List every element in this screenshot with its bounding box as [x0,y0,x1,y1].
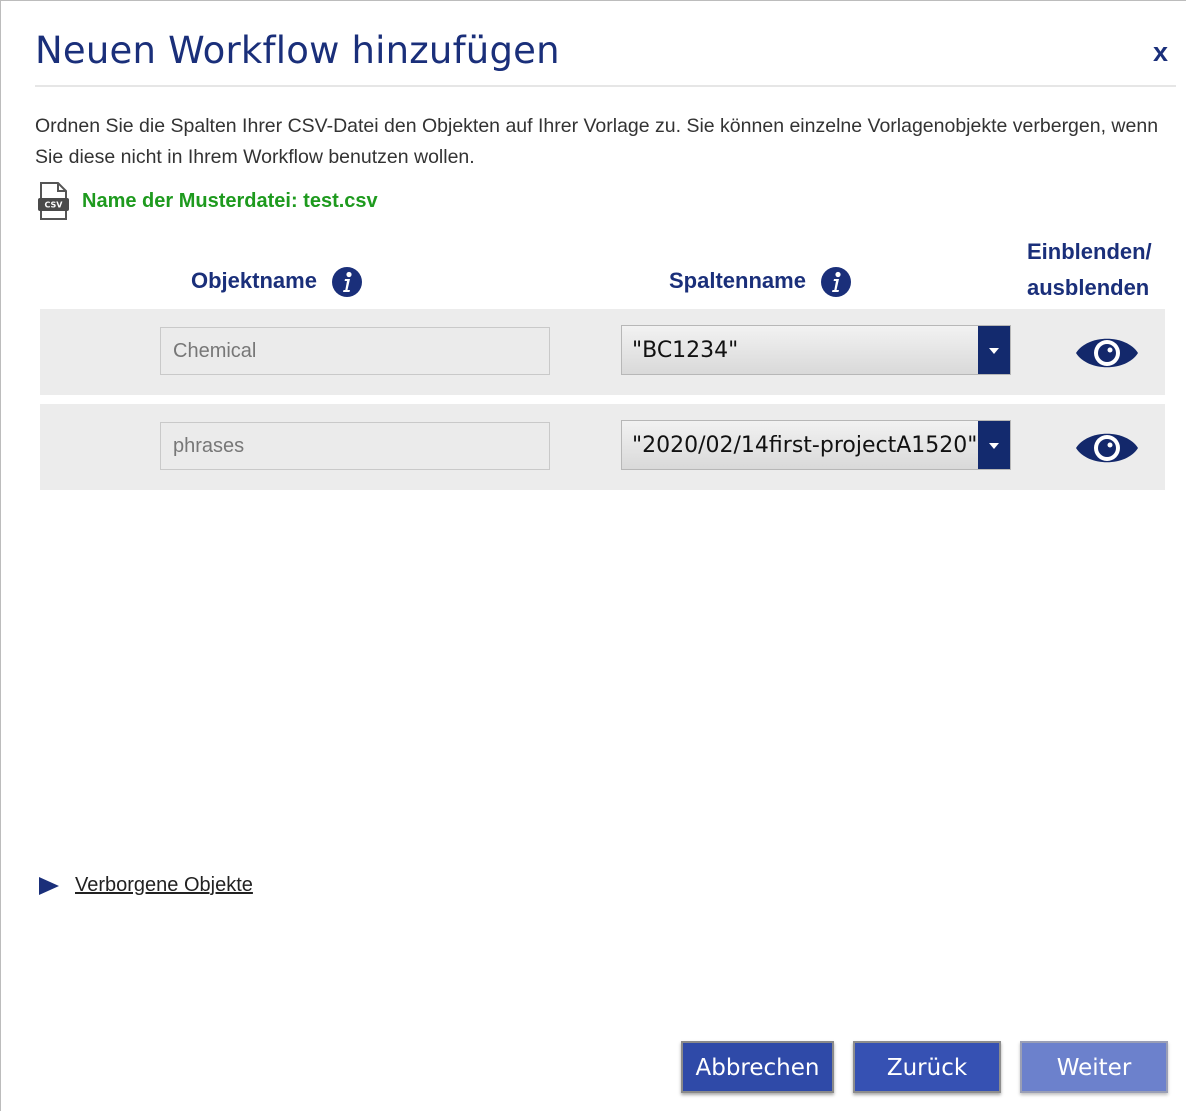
column-select[interactable]: "2020/02/14first-projectA1520" [621,420,1011,470]
intro-text: Ordnen Sie die Spalten Ihrer CSV-Datei d… [35,115,1159,168]
eye-icon[interactable] [1074,428,1140,468]
info-icon[interactable] [331,266,363,298]
title-divider [35,85,1176,87]
mapping-row: Chemical "BC1234" [40,309,1165,395]
column-header-show-hide: Einblenden/ ausblenden [1027,234,1152,306]
eye-icon[interactable] [1074,333,1140,373]
object-name-field: phrases [160,422,550,470]
chevron-down-icon[interactable] [978,421,1010,469]
dialog-title: Neuen Workflow hinzufügen [35,29,560,72]
column-header-object-name: Objektname [191,266,363,298]
expand-triangle-icon[interactable] [39,876,59,895]
column-header-column-name-label: Spaltenname [669,267,806,293]
add-workflow-dialog: Neuen Workflow hinzufügen x Ordnen Sie d… [0,0,1186,1111]
column-header-object-name-label: Objektname [191,267,317,293]
back-button[interactable]: Zurück [853,1041,1001,1093]
cancel-button[interactable]: Abbrechen [681,1041,834,1093]
hidden-objects-toggle[interactable]: Verborgene Objekte [39,874,253,897]
column-header-show-hide-line1: Einblenden/ [1027,239,1152,264]
sample-file-name: Name der Musterdatei: test.csv [82,189,378,212]
next-button[interactable]: Weiter [1020,1041,1168,1093]
object-name-field: Chemical [160,327,550,375]
csv-file-icon: CSV [38,182,69,220]
info-icon[interactable] [820,266,852,298]
close-button[interactable]: x [1153,37,1168,68]
hidden-objects-link[interactable]: Verborgene Objekte [75,874,253,897]
mapping-row: phrases "2020/02/14first-projectA1520" [40,404,1165,490]
sample-file-info: CSV Name der Musterdatei: test.csv [37,181,378,221]
svg-text:CSV: CSV [45,201,64,210]
column-select-value: "BC1234" [632,338,739,363]
column-header-show-hide-line2: ausblenden [1027,275,1150,300]
column-select-value: "2020/02/14first-projectA1520" [632,433,976,458]
column-header-column-name: Spaltenname [669,266,852,298]
column-select[interactable]: "BC1234" [621,325,1011,375]
chevron-down-icon[interactable] [978,326,1010,374]
